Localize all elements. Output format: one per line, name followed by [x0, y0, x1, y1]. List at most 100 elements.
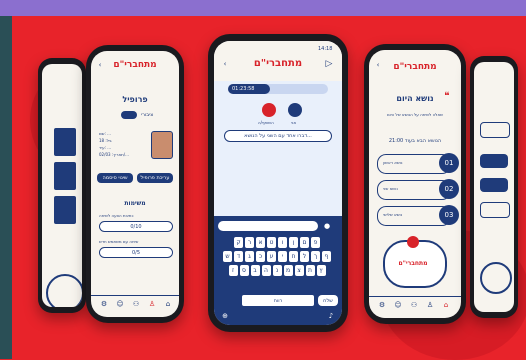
chat-icon[interactable]: ☺: [115, 299, 125, 309]
card-block: [54, 128, 76, 156]
topic-number: 03: [439, 205, 459, 225]
back-icon[interactable]: ‹: [220, 59, 230, 69]
topic-text: נושא ראשון: [383, 160, 403, 165]
phone-far-right: [470, 56, 518, 318]
nav-divider: [369, 296, 461, 297]
keyboard-key[interactable]: ן: [289, 237, 298, 248]
back-icon[interactable]: ‹: [95, 60, 105, 70]
keyboard-key[interactable]: ץ: [316, 265, 326, 276]
profile-icon[interactable]: ♙: [147, 299, 157, 309]
task-progress: 0/5: [99, 247, 173, 258]
phone-far-right-screen: [474, 62, 514, 312]
keyboard-key[interactable]: ג: [245, 251, 254, 262]
keyboard-key[interactable]: פ: [311, 237, 320, 248]
keyboard-key[interactable]: ט: [267, 237, 276, 248]
keyboard-key[interactable]: ש: [223, 251, 232, 262]
chat-icon[interactable]: ☺: [393, 300, 403, 310]
globe-icon[interactable]: ⊕: [220, 311, 230, 321]
user-avatar-me: [288, 103, 302, 117]
user-label: אני: [291, 120, 297, 125]
mic-icon[interactable]: ♪: [326, 311, 336, 321]
tasks-title: משימות: [124, 200, 146, 207]
keyboard-key[interactable]: ו: [278, 237, 287, 248]
keyboard-key[interactable]: ם: [300, 237, 309, 248]
play-icon[interactable]: ▷: [324, 59, 334, 69]
info-line: עיר: ...: [99, 145, 112, 150]
phone-far-left-screen: [42, 64, 82, 307]
user-label: השותף/ה: [258, 120, 274, 125]
conversation-prompt: דברו אחד עם השני על הנושא...: [224, 130, 332, 142]
decor-circle: [46, 274, 82, 307]
nav-divider: [91, 295, 179, 296]
keyboard-key[interactable]: ס: [239, 265, 249, 276]
card-block: [54, 196, 76, 224]
change-password-button[interactable]: שינוי סיסמה: [97, 173, 133, 183]
keyboard-key[interactable]: נ: [272, 265, 282, 276]
toggle-label: ציבורי: [141, 112, 154, 118]
card-block: [480, 178, 508, 192]
public-toggle[interactable]: [121, 111, 137, 119]
mic-icon[interactable]: ●: [322, 221, 332, 231]
keyboard-key[interactable]: ק: [234, 237, 243, 248]
topic-number: 01: [439, 153, 459, 173]
card-block: [480, 154, 508, 168]
keyboard-key[interactable]: כ: [256, 251, 265, 262]
profile-screen: מתחברי"ם ‹ פרופיל ציבורי שם: ... גיל: 18…: [91, 51, 179, 317]
home-icon[interactable]: ⌂: [441, 300, 451, 310]
people-icon[interactable]: ⚇: [131, 299, 141, 309]
edit-profile-button[interactable]: עריכת פרופיל: [137, 173, 173, 183]
back-icon[interactable]: ‹: [373, 60, 383, 70]
keyboard-key[interactable]: ך: [311, 251, 320, 262]
task-progress: 0/10: [99, 221, 173, 232]
keyboard-key[interactable]: ר: [245, 237, 254, 248]
avatar: [151, 131, 173, 159]
keyboard-key[interactable]: ב: [250, 265, 260, 276]
status-time: 14:18: [318, 46, 333, 52]
decor-circle: [480, 262, 512, 294]
app-logo: מתחברי"ם: [253, 58, 303, 69]
card-outline: [480, 122, 510, 138]
topic-screen: מתחברי"ם ‹ נושא היום ❝ שאלה לשיחה על הנו…: [369, 50, 461, 318]
settings-icon[interactable]: ⚙: [377, 300, 387, 310]
task-label: כתיבת הצעה לשיחה: [99, 213, 134, 218]
info-line: שם: ...: [99, 131, 111, 136]
settings-icon[interactable]: ⚙: [99, 299, 109, 309]
task-label: שיחה עם משתמש חדש: [99, 239, 139, 244]
next-topic-timer: הנושא הבא בעוד 21:00: [388, 138, 442, 144]
keyboard-key[interactable]: ע: [267, 251, 276, 262]
topic-text: נושא שלישי: [383, 212, 403, 217]
phone-profile: מתחברי"ם ‹ פרופיל ציבורי שם: ... גיל: 18…: [86, 45, 184, 323]
keyboard-key[interactable]: ת: [305, 265, 315, 276]
message-input[interactable]: [218, 221, 318, 231]
info-line: גיל: 18: [99, 138, 112, 143]
quote-icon: ❝: [444, 90, 450, 102]
keyboard-key[interactable]: י: [278, 251, 287, 262]
keyboard-key[interactable]: ד: [234, 251, 243, 262]
badge-text: מתחברי"ם: [398, 260, 428, 267]
keyboard-key[interactable]: צ: [294, 265, 304, 276]
phone-chat: 14:18 מתחברי"ם ▷ ‹ 01:23:58 אני השותף/ה …: [208, 34, 348, 332]
keyboard-key[interactable]: מ: [283, 265, 293, 276]
keyboard-key[interactable]: ז: [228, 265, 238, 276]
info-line: תאריך: 02/03/...: [99, 152, 129, 157]
profile-icon[interactable]: ♙: [425, 300, 435, 310]
profile-title: פרופיל: [122, 95, 148, 104]
timer-text: 01:23:58: [232, 86, 255, 92]
card-block: [54, 162, 76, 190]
badge-dot: [407, 236, 419, 248]
home-icon[interactable]: ⌂: [163, 299, 173, 309]
topic-description: שאלה לשיחה על הנושא של היום: [387, 112, 443, 117]
keyboard-key[interactable]: ף: [322, 251, 331, 262]
topic-text: נושא שני: [383, 186, 398, 191]
people-icon[interactable]: ⚇: [409, 300, 419, 310]
space-key[interactable]: רווח: [242, 295, 314, 306]
keyboard-key[interactable]: א: [256, 237, 265, 248]
top-band: [0, 0, 526, 16]
topic-number: 02: [439, 179, 459, 199]
keyboard-key[interactable]: ח: [289, 251, 298, 262]
keyboard-key[interactable]: ל: [300, 251, 309, 262]
keyboard-key[interactable]: ה: [261, 265, 271, 276]
user-avatar-partner: [262, 103, 276, 117]
send-button[interactable]: שלח: [318, 295, 338, 306]
chat-screen: 14:18 מתחברי"ם ▷ ‹ 01:23:58 אני השותף/ה …: [214, 41, 342, 325]
